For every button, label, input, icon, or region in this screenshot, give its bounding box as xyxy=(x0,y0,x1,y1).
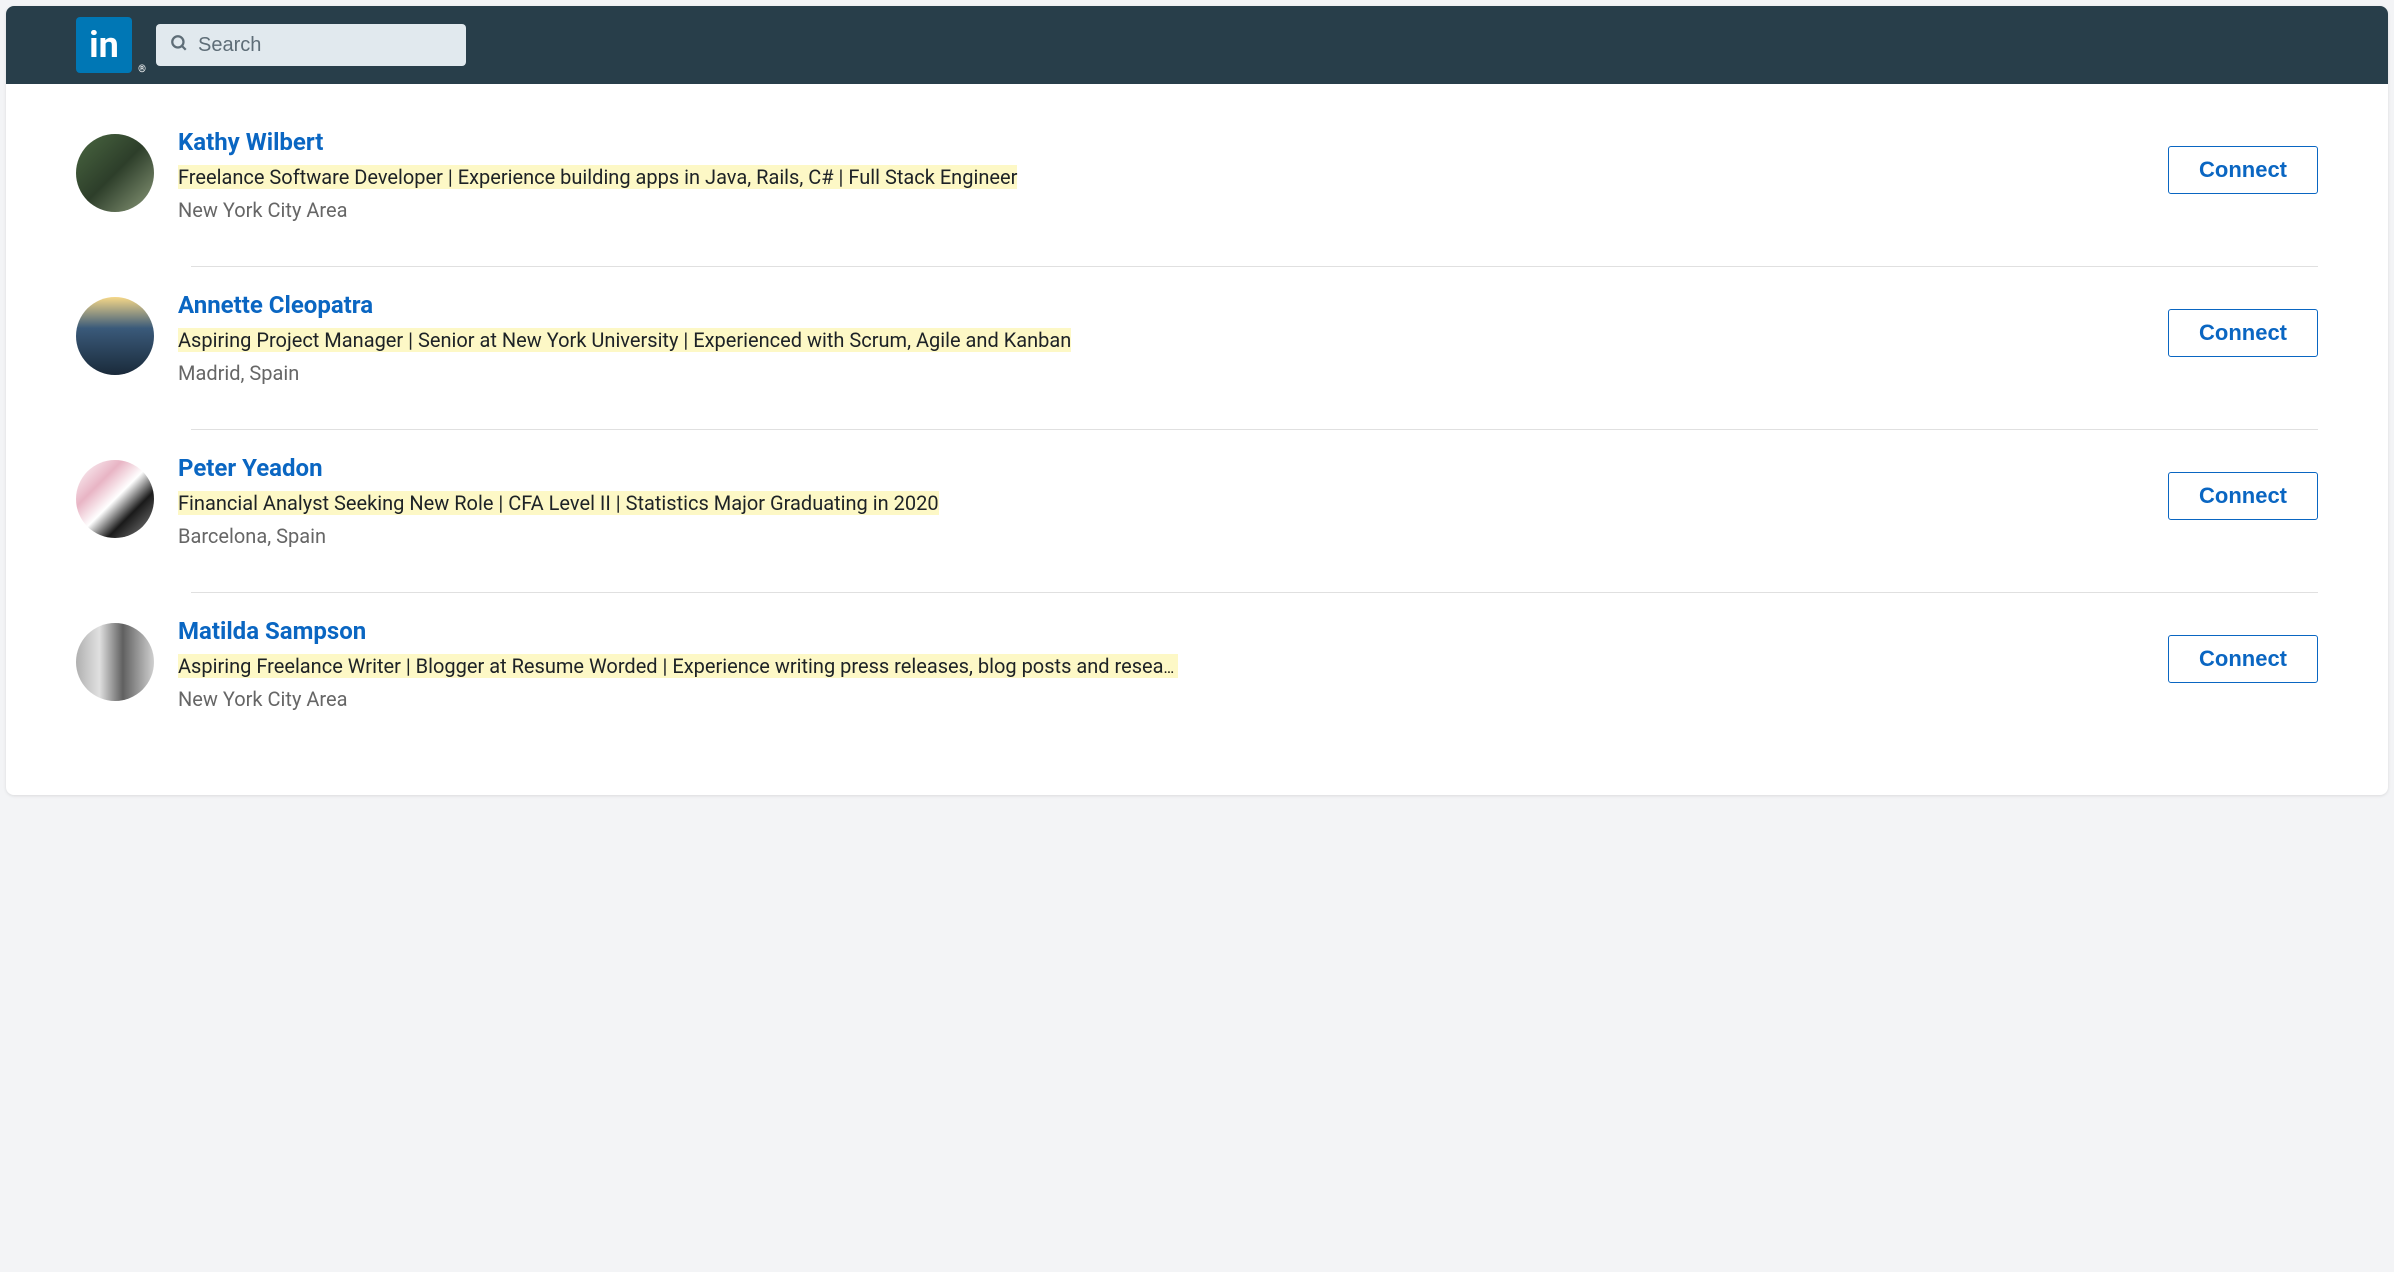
headline-wrap: Aspiring Project Manager | Senior at New… xyxy=(178,325,1178,355)
result-name[interactable]: Kathy Wilbert xyxy=(178,128,2144,156)
search-results: Kathy Wilbert Freelance Software Develop… xyxy=(6,84,2388,795)
search-box[interactable] xyxy=(156,24,466,66)
app-window: in Kathy Wilbert Freelance Software Deve… xyxy=(6,6,2388,795)
result-info: Kathy Wilbert Freelance Software Develop… xyxy=(178,128,2144,222)
result-row: Peter Yeadon Financial Analyst Seeking N… xyxy=(76,430,2318,592)
result-name[interactable]: Peter Yeadon xyxy=(178,454,2144,482)
result-location: New York City Area xyxy=(178,687,2144,711)
connect-button[interactable]: Connect xyxy=(2168,635,2318,683)
headline-wrap: Aspiring Freelance Writer | Blogger at R… xyxy=(178,651,1178,681)
connect-button[interactable]: Connect xyxy=(2168,472,2318,520)
connect-button[interactable]: Connect xyxy=(2168,309,2318,357)
result-info: Matilda Sampson Aspiring Freelance Write… xyxy=(178,617,2144,711)
linkedin-logo-text: in xyxy=(89,24,119,66)
avatar[interactable] xyxy=(76,297,154,375)
header-bar: in xyxy=(6,6,2388,84)
result-headline: Freelance Software Developer | Experienc… xyxy=(178,165,1017,189)
result-headline: Financial Analyst Seeking New Role | CFA… xyxy=(178,491,939,515)
connect-button[interactable]: Connect xyxy=(2168,146,2318,194)
result-info: Annette Cleopatra Aspiring Project Manag… xyxy=(178,291,2144,385)
result-row: Matilda Sampson Aspiring Freelance Write… xyxy=(76,593,2318,755)
headline-wrap: Financial Analyst Seeking New Role | CFA… xyxy=(178,488,1178,518)
result-location: New York City Area xyxy=(178,198,2144,222)
avatar[interactable] xyxy=(76,460,154,538)
result-location: Barcelona, Spain xyxy=(178,524,2144,548)
result-row: Kathy Wilbert Freelance Software Develop… xyxy=(76,104,2318,266)
result-row: Annette Cleopatra Aspiring Project Manag… xyxy=(76,267,2318,429)
avatar[interactable] xyxy=(76,623,154,701)
result-name[interactable]: Annette Cleopatra xyxy=(178,291,2144,319)
avatar[interactable] xyxy=(76,134,154,212)
linkedin-logo[interactable]: in xyxy=(76,17,132,73)
result-headline: Aspiring Project Manager | Senior at New… xyxy=(178,328,1071,352)
result-name[interactable]: Matilda Sampson xyxy=(178,617,2144,645)
search-input[interactable] xyxy=(198,34,452,57)
result-headline: Aspiring Freelance Writer | Blogger at R… xyxy=(178,654,1178,678)
result-info: Peter Yeadon Financial Analyst Seeking N… xyxy=(178,454,2144,548)
result-location: Madrid, Spain xyxy=(178,361,2144,385)
search-icon xyxy=(170,34,188,56)
headline-wrap: Freelance Software Developer | Experienc… xyxy=(178,162,1178,192)
